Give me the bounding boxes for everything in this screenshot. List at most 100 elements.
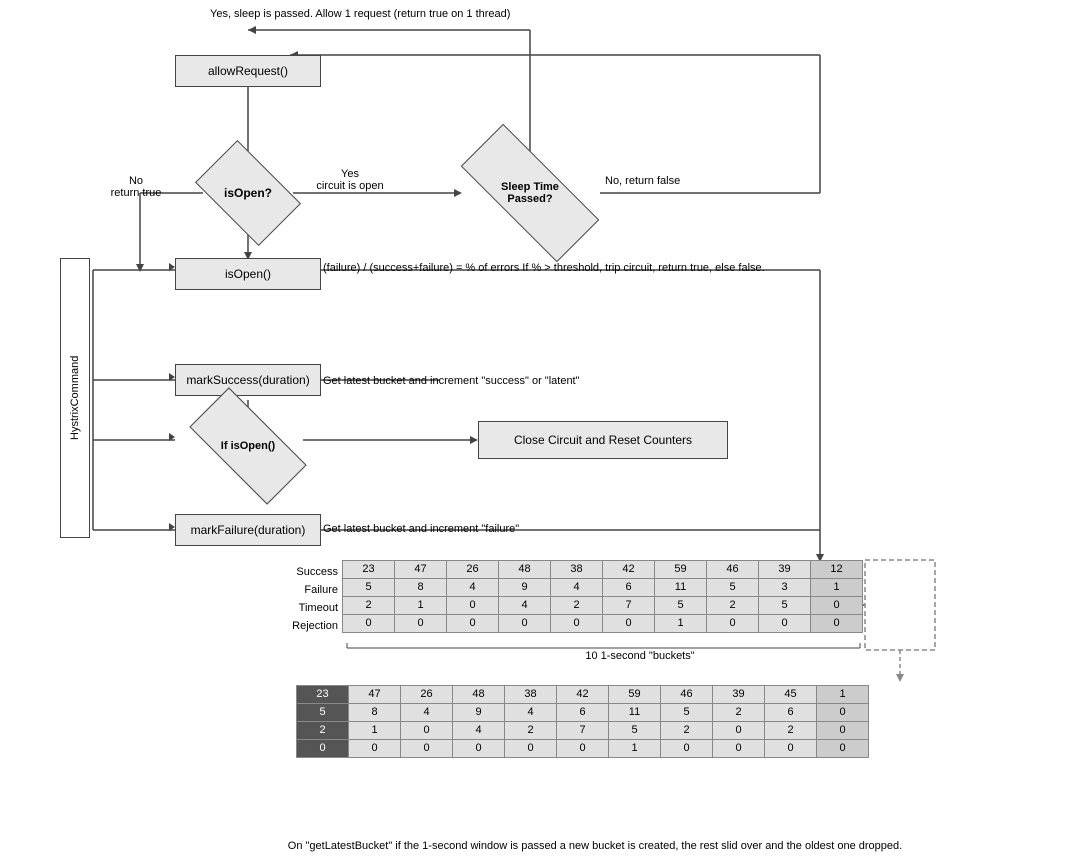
bucket-cell-bottom: 2 <box>505 722 557 740</box>
bottom-note: On "getLatestBucket" if the 1-second win… <box>220 840 970 852</box>
bucket-cell-bottom: 4 <box>453 722 505 740</box>
bottom-bucket-table: 2347264838425946394515849461152602104275… <box>296 685 869 758</box>
bucket-cell: 5 <box>655 597 707 615</box>
mark-failure-label: markFailure(duration) <box>191 523 306 537</box>
bucket-cell: 0 <box>395 615 447 633</box>
bucket-cell: 42 <box>603 561 655 579</box>
mark-success-annotation: Get latest bucket and increment "success… <box>323 375 813 387</box>
bucket-cell: 0 <box>811 615 863 633</box>
bucket-cell: 0 <box>707 615 759 633</box>
is-open-method-label: isOpen() <box>225 267 271 281</box>
bucket-cell: 1 <box>395 597 447 615</box>
mark-success-box: markSuccess(duration) <box>175 364 321 396</box>
mark-failure-annotation: Get latest bucket and increment "failure… <box>323 523 813 535</box>
bucket-cell-bottom: 0 <box>713 740 765 758</box>
bucket-cell-bottom: 39 <box>713 686 765 704</box>
bucket-cell-bottom: 11 <box>609 704 661 722</box>
bucket-cell-bottom: 38 <box>505 686 557 704</box>
bucket-cell-bottom: 1 <box>349 722 401 740</box>
bucket-cell: 0 <box>759 615 811 633</box>
yes-circuit-open-text: Yes circuit is open <box>316 168 383 192</box>
bucket-cell-bottom: 0 <box>713 722 765 740</box>
is-open-method-box: isOpen() <box>175 258 321 290</box>
hystrix-command-label: HystrixCommand <box>60 258 90 538</box>
bucket-cell-bottom: 45 <box>765 686 817 704</box>
label-failure: Failure <box>268 581 338 599</box>
bucket-cell: 6 <box>603 579 655 597</box>
bucket-cell: 23 <box>343 561 395 579</box>
bucket-cell: 26 <box>447 561 499 579</box>
bucket-cell: 48 <box>499 561 551 579</box>
is-open-diamond: isOpen? <box>203 163 293 223</box>
hystrix-command-text: HystrixCommand <box>69 356 81 440</box>
bucket-cell-bottom: 0 <box>401 722 453 740</box>
bucket-cell: 2 <box>707 597 759 615</box>
sleep-time-diamond: Sleep Time Passed? <box>462 163 598 223</box>
bucket-cell-bottom: 6 <box>557 704 609 722</box>
bucket-cell-bottom: 46 <box>661 686 713 704</box>
yes-circuit-open-annotation: Yes circuit is open <box>300 168 400 192</box>
no-return-true-annotation: No return true <box>106 175 166 199</box>
bucket-cell-bottom: 0 <box>401 740 453 758</box>
bucket-cell: 2 <box>551 597 603 615</box>
label-success: Success <box>268 563 338 581</box>
no-return-true-text: No return true <box>111 175 162 199</box>
bucket-cell-bottom: 2 <box>713 704 765 722</box>
is-open-diamond-text: isOpen? <box>224 186 272 200</box>
bucket-cell-bottom: 47 <box>349 686 401 704</box>
bucket-cell-bottom: 0 <box>765 740 817 758</box>
bucket-row-labels-top: Success Failure Timeout Rejection <box>268 563 338 635</box>
bucket-cell: 12 <box>811 561 863 579</box>
bucket-cell-bottom: 7 <box>557 722 609 740</box>
bucket-cell: 39 <box>759 561 811 579</box>
mark-failure-note-text: Get latest bucket and increment "failure… <box>323 523 519 535</box>
bucket-cell-bottom: 2 <box>765 722 817 740</box>
diagram-container: HystrixCommand allowRequest() isOpen? Sl… <box>0 0 1069 866</box>
bucket-cell: 11 <box>655 579 707 597</box>
bucket-cell-bottom: 1 <box>817 686 869 704</box>
bucket-cell: 0 <box>499 615 551 633</box>
bucket-cell: 4 <box>447 579 499 597</box>
bucket-cell-bottom: 0 <box>505 740 557 758</box>
bucket-cell-bottom: 23 <box>297 686 349 704</box>
no-return-false-text: No, return false <box>605 175 680 187</box>
if-is-open-diamond: If isOpen() <box>193 418 303 474</box>
allow-request-box: allowRequest() <box>175 55 321 87</box>
bucket-cell-bottom: 0 <box>349 740 401 758</box>
top-bucket-table: 2347264838425946391258494611531210427525… <box>342 560 863 633</box>
bucket-cell: 0 <box>447 597 499 615</box>
bucket-cell: 0 <box>447 615 499 633</box>
bucket-cell: 9 <box>499 579 551 597</box>
bucket-cell: 0 <box>343 615 395 633</box>
bucket-cell: 7 <box>603 597 655 615</box>
bucket-cell-bottom: 8 <box>349 704 401 722</box>
bucket-cell-bottom: 6 <box>765 704 817 722</box>
bucket-cell: 1 <box>811 579 863 597</box>
bucket-cell-bottom: 0 <box>817 704 869 722</box>
yes-sleep-annotation: Yes, sleep is passed. Allow 1 request (r… <box>210 8 740 20</box>
mark-failure-box: markFailure(duration) <box>175 514 321 546</box>
bucket-cell-bottom: 4 <box>401 704 453 722</box>
bucket-cell: 4 <box>551 579 603 597</box>
bucket-cell: 59 <box>655 561 707 579</box>
bucket-cell: 5 <box>343 579 395 597</box>
close-circuit-label: Close Circuit and Reset Counters <box>514 433 692 447</box>
bucket-cell-bottom: 0 <box>297 740 349 758</box>
mark-success-label: markSuccess(duration) <box>186 373 309 387</box>
bucket-cell: 4 <box>499 597 551 615</box>
bucket-cell-bottom: 0 <box>817 740 869 758</box>
bucket-cell: 0 <box>603 615 655 633</box>
mark-success-note-text: Get latest bucket and increment "success… <box>323 375 580 387</box>
bucket-cell-bottom: 26 <box>401 686 453 704</box>
bucket-cell-bottom: 59 <box>609 686 661 704</box>
bucket-cell: 8 <box>395 579 447 597</box>
bucket-cell: 38 <box>551 561 603 579</box>
if-is-open-diamond-text: If isOpen() <box>221 440 275 452</box>
bucket-cell-bottom: 1 <box>609 740 661 758</box>
bucket-cell-bottom: 0 <box>453 740 505 758</box>
is-open-formula-annotation: (failure) / (success+failure) = % of err… <box>323 262 813 274</box>
buckets-label: 10 1-second "buckets" <box>510 650 770 662</box>
bucket-cell: 3 <box>759 579 811 597</box>
bucket-cell: 5 <box>707 579 759 597</box>
bucket-cell-bottom: 48 <box>453 686 505 704</box>
